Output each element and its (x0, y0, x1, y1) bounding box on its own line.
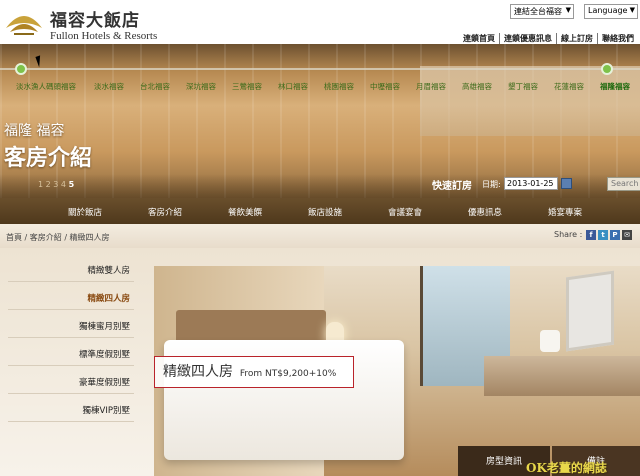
branch-select[interactable]: 連結全台福容 ▼ (510, 4, 574, 19)
chevron-down-icon: ▼ (565, 6, 571, 14)
room-caption: 精緻四人房 From NT$9,200+10% (154, 356, 354, 388)
share-label: Share : (554, 230, 583, 239)
branch-link[interactable]: 高雄福容 (462, 81, 492, 92)
photo-desk (484, 356, 640, 396)
top-link-booking[interactable]: 線上訂房 (557, 33, 598, 44)
main-nav: 關於飯店 客房介紹 餐飲美饌 飯店設施 會議宴會 優惠訊息 婚宴專案 (0, 198, 640, 224)
sidebar-item-room[interactable]: 精緻雙人房 (8, 256, 134, 282)
branch-link[interactable]: 墾丁福容 (508, 81, 538, 92)
pager-page[interactable]: 1 (38, 180, 43, 189)
top-links: 連鎖首頁 連鎖優惠訊息 線上訂房 聯絡我們 (459, 33, 638, 44)
branch-link[interactable]: 月眉福容 (416, 81, 446, 92)
branch-link[interactable]: 林口福容 (278, 81, 308, 92)
top-link-offers[interactable]: 連鎖優惠訊息 (500, 33, 557, 44)
nav-item-offers[interactable]: 優惠訊息 (468, 206, 502, 218)
language-select-value: Language (588, 6, 628, 15)
timeline-dot-start[interactable] (15, 63, 27, 75)
pager-page[interactable]: 4 (61, 180, 66, 189)
logo-english-name: Fullon Hotels & Resorts (50, 30, 158, 42)
quick-booking-label: 快速訂房 (432, 181, 472, 192)
booking-date-input[interactable]: 2013-01-25 (504, 177, 558, 190)
room-price: From NT$9,200+10% (239, 369, 337, 379)
sidebar-item-room[interactable]: 獨棟蜜月別墅 (8, 312, 134, 338)
email-icon[interactable]: ✉ (622, 230, 632, 240)
pager-page[interactable]: 2 (46, 180, 51, 189)
nav-item-facilities[interactable]: 飯店設施 (308, 206, 342, 218)
timeline-dot-active[interactable] (601, 63, 613, 75)
pager-page[interactable]: 3 (53, 180, 58, 189)
logo-emblem-icon (6, 16, 42, 35)
chevron-down-icon: ▼ (629, 6, 635, 14)
search-input[interactable]: Search (607, 177, 640, 191)
branch-link[interactable]: 桃園福容 (324, 81, 354, 92)
hero-window-decoration (420, 66, 640, 136)
nav-item-wedding[interactable]: 婚宴專案 (548, 206, 582, 218)
sidebar-item-room[interactable]: 獨棟VIP別墅 (8, 396, 134, 422)
logo-chinese-name: 福容大飯店 (50, 11, 140, 31)
branch-link[interactable]: 淡水福容 (94, 81, 124, 92)
page-title: 客房介紹 (4, 146, 93, 171)
nav-item-meetings[interactable]: 會議宴會 (388, 206, 422, 218)
sidebar-item-room[interactable]: 豪華度假別墅 (8, 368, 134, 394)
branch-list: 淡水漁人碼頭福容 淡水福容 台北福容 深坑福容 三鶯福容 林口福容 桃園福容 中… (0, 81, 640, 95)
facebook-icon[interactable]: f (586, 230, 596, 240)
twitter-icon[interactable]: t (598, 230, 608, 240)
hero-subtitle: 福隆 福容 (4, 123, 65, 139)
branch-link[interactable]: 台北福容 (140, 81, 170, 92)
nav-item-rooms[interactable]: 客房介紹 (148, 206, 182, 218)
branch-link[interactable]: 深坑福容 (186, 81, 216, 92)
language-select[interactable]: Language ▼ (584, 4, 638, 19)
branch-select-value: 連結全台福容 (514, 7, 562, 16)
nav-item-about[interactable]: 關於飯店 (68, 206, 102, 218)
calendar-icon[interactable] (561, 178, 572, 189)
watermark: OK老薑的網誌 (526, 461, 607, 475)
branch-timeline (0, 68, 640, 70)
nav-item-dining[interactable]: 餐飲美饌 (228, 206, 262, 218)
plurk-icon[interactable]: P (610, 230, 620, 240)
photo-tv (566, 270, 614, 352)
branch-link[interactable]: 三鶯福容 (232, 81, 262, 92)
sidebar-item-room-active[interactable]: 精緻四人房 (8, 284, 134, 310)
branch-link-active[interactable]: 福隆福容 (600, 81, 630, 92)
top-link-home[interactable]: 連鎖首頁 (459, 33, 500, 44)
sidebar-item-room[interactable]: 標準度假別墅 (8, 340, 134, 366)
breadcrumb[interactable]: 首頁 / 客房介紹 / 精緻四人房 (6, 232, 110, 243)
branch-link[interactable]: 淡水漁人碼頭福容 (16, 81, 76, 92)
branch-link[interactable]: 花蓮福容 (554, 81, 584, 92)
logo[interactable]: 福容大飯店 Fullon Hotels & Resorts (4, 4, 184, 44)
photo-kettle (540, 330, 560, 352)
branch-link[interactable]: 中壢福容 (370, 81, 400, 92)
booking-date-label: 日期: (482, 180, 501, 189)
pager-page-active[interactable]: 5 (69, 180, 75, 189)
top-link-contact[interactable]: 聯絡我們 (598, 33, 638, 44)
room-name: 精緻四人房 (163, 364, 233, 380)
slideshow-pager: 1 2 3 4 5 (38, 180, 74, 189)
